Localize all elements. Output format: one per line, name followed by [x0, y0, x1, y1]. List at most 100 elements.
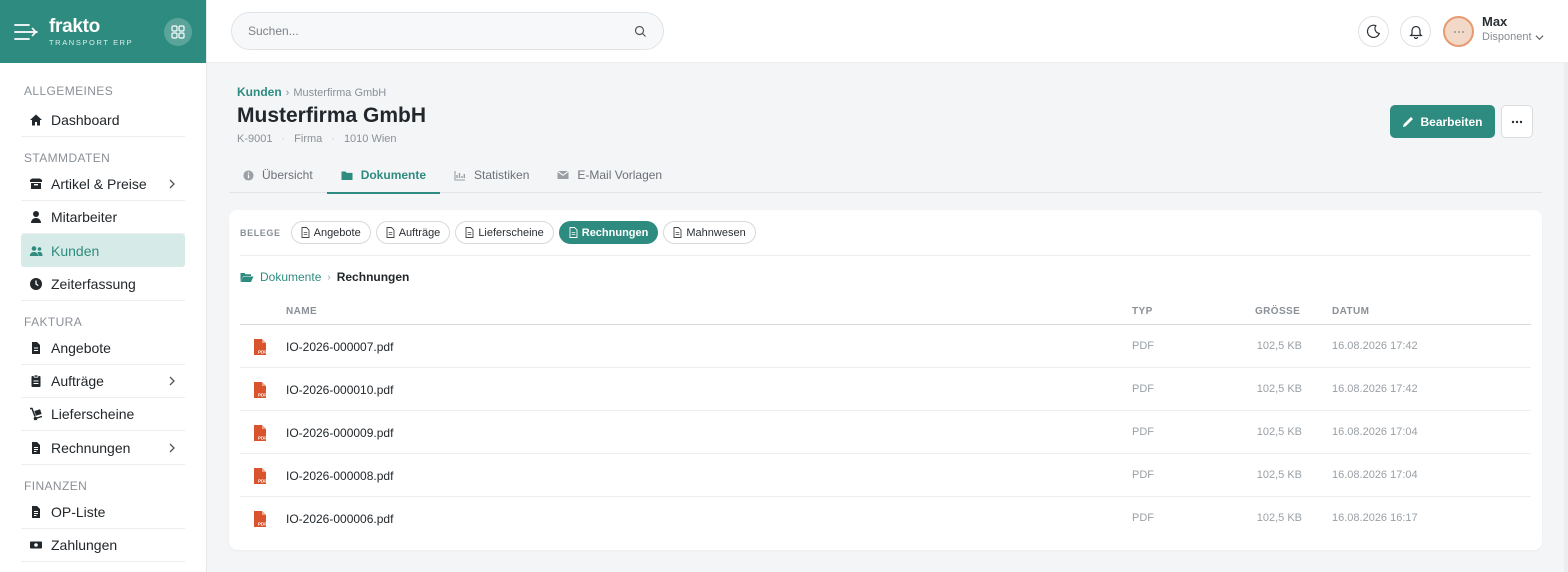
sidebar-item-label: Aufträge	[51, 373, 104, 389]
table-row[interactable]: PDF IO-2026-000006.pdf PDF 102,5 KB 16.0…	[240, 497, 1531, 540]
table-row[interactable]: PDF IO-2026-000007.pdf PDF 102,5 KB 16.0…	[240, 325, 1531, 368]
svg-text:PDF: PDF	[258, 393, 267, 398]
file-name[interactable]: IO-2026-000006.pdf	[286, 512, 393, 526]
envelope-icon	[557, 170, 570, 179]
sidebar-item-label: OP-Liste	[51, 504, 106, 520]
user-menu[interactable]: Max Disponent	[1482, 14, 1544, 44]
path-separator: ›	[327, 271, 331, 283]
chip-rechnungen[interactable]: Rechnungen	[558, 221, 659, 244]
files-table: NAME TYP GRÖSSE DATUM PDF IO-2026-000007…	[240, 303, 1531, 540]
sidebar-item-mitarbeiter[interactable]: Mitarbeiter	[21, 201, 185, 234]
folder-icon	[341, 171, 353, 180]
avatar[interactable]	[1443, 16, 1474, 47]
money-icon	[30, 541, 42, 549]
file-icon	[386, 227, 395, 238]
user-role: Disponent	[1482, 30, 1532, 43]
sidebar-item-auftraege[interactable]: Aufträge	[21, 365, 185, 398]
sidebar-item-artikel-preise[interactable]: Artikel & Preise	[21, 168, 185, 201]
pencil-icon	[1403, 116, 1414, 127]
chip-auftraege[interactable]: Aufträge	[375, 221, 451, 244]
file-name[interactable]: IO-2026-000007.pdf	[286, 340, 393, 354]
brand-tagline: TRANSPORT ERP	[49, 37, 134, 47]
bell-icon	[1408, 25, 1423, 39]
breadcrumb-kunden-link[interactable]: Kunden	[237, 85, 282, 99]
sidebar-item-zeiterfassung[interactable]: Zeiterfassung	[21, 267, 185, 300]
chevron-right-icon	[169, 376, 175, 386]
table-row[interactable]: PDF IO-2026-000009.pdf PDF 102,5 KB 16.0…	[240, 411, 1531, 454]
user-name: Max	[1482, 14, 1508, 29]
dolly-icon	[30, 407, 43, 421]
column-header-size[interactable]: GRÖSSE	[1255, 306, 1300, 317]
theme-toggle-button[interactable]	[1358, 16, 1389, 47]
chip-label: Lieferscheine	[478, 226, 544, 239]
user-role-row: Disponent	[1482, 31, 1544, 44]
sidebar-item-dashboard[interactable]: Dashboard	[21, 103, 185, 136]
chip-mahnwesen[interactable]: Mahnwesen	[663, 221, 756, 244]
tab-uebersicht[interactable]: Übersicht	[229, 157, 327, 193]
customer-location: 1010 Wien	[343, 133, 397, 145]
more-actions-button[interactable]	[1501, 105, 1533, 138]
file-icon	[301, 227, 310, 238]
file-type: PDF	[1132, 512, 1154, 524]
column-header-date[interactable]: DATUM	[1332, 306, 1369, 317]
sidebar-item-op-liste[interactable]: OP-Liste	[21, 496, 185, 529]
section-title-stammdaten: STAMMDATEN	[21, 136, 185, 168]
sidebar-item-label: Rechnungen	[51, 439, 131, 456]
sidebar-item-rechnungen[interactable]: Rechnungen	[21, 431, 185, 464]
belege-filter: BELEGE Angebote Aufträge Lieferscheine R…	[240, 221, 761, 244]
table-row[interactable]: PDF IO-2026-000010.pdf PDF 102,5 KB 16.0…	[240, 368, 1531, 411]
edit-button[interactable]: Bearbeiten	[1390, 105, 1495, 138]
sidebar-item-zahlungen[interactable]: Zahlungen	[21, 529, 185, 562]
file-date: 16.08.2026 17:04	[1332, 469, 1418, 481]
path-root-link[interactable]: Dokumente	[260, 270, 321, 284]
page-title: Musterfirma GmbH	[237, 104, 427, 127]
search-input[interactable]	[248, 24, 634, 38]
column-header-type[interactable]: TYP	[1132, 306, 1153, 317]
file-size: 102,5 KB	[1256, 469, 1302, 481]
tab-statistiken[interactable]: Statistiken	[440, 157, 543, 193]
sidebar-item-lieferscheine[interactable]: Lieferscheine	[21, 398, 185, 431]
tab-label: E-Mail Vorlagen	[577, 168, 663, 182]
tab-dokumente[interactable]: Dokumente	[326, 157, 441, 194]
file-name[interactable]: IO-2026-000009.pdf	[286, 426, 393, 440]
folder-open-icon	[240, 272, 254, 282]
section-title-finanzen: FINANZEN	[21, 464, 185, 496]
tab-email-vorlagen[interactable]: E-Mail Vorlagen	[543, 157, 676, 193]
breadcrumb-separator: ›	[285, 87, 290, 99]
menu-toggle-icon[interactable]	[14, 23, 38, 41]
file-date: 16.08.2026 17:42	[1332, 340, 1418, 352]
file-name[interactable]: IO-2026-000010.pdf	[286, 383, 393, 397]
pdf-file-icon: PDF	[254, 339, 267, 355]
file-icon	[673, 227, 682, 238]
column-header-name[interactable]: NAME	[286, 306, 317, 317]
pdf-file-icon: PDF	[254, 468, 267, 484]
clock-icon	[30, 277, 42, 290]
page-scrollbar[interactable]	[1564, 63, 1568, 572]
sidebar-item-label: Kunden	[51, 242, 100, 259]
tab-label: Statistiken	[474, 168, 530, 182]
chip-lieferscheine[interactable]: Lieferscheine	[455, 221, 554, 244]
file-size: 102,5 KB	[1256, 426, 1302, 438]
document-icon	[32, 342, 40, 354]
table-header: NAME TYP GRÖSSE DATUM	[240, 303, 1531, 325]
sidebar-item-kunden[interactable]: Kunden	[21, 234, 185, 267]
chip-label: Aufträge	[398, 226, 441, 239]
table-row[interactable]: PDF IO-2026-000008.pdf PDF 102,5 KB 16.0…	[240, 454, 1531, 497]
notifications-button[interactable]	[1400, 16, 1431, 47]
chip-label: Mahnwesen	[686, 226, 746, 239]
belege-label: BELEGE	[240, 227, 281, 238]
logo[interactable]: frakto TRANSPORT ERP	[49, 17, 133, 47]
file-icon	[569, 227, 578, 238]
grid-icon	[171, 25, 185, 39]
search-icon[interactable]	[634, 25, 647, 38]
breadcrumb-current: Musterfirma GmbH	[293, 87, 387, 99]
tab-label: Übersicht	[262, 168, 313, 182]
chip-angebote[interactable]: Angebote	[290, 221, 371, 244]
file-name[interactable]: IO-2026-000008.pdf	[286, 469, 393, 483]
customer-tabs: Übersicht Dokumente Statistiken E-Mail V…	[229, 157, 1542, 194]
apps-grid-button[interactable]	[164, 18, 192, 46]
customer-number: K-9001	[237, 133, 273, 145]
sidebar-item-angebote[interactable]: Angebote	[21, 332, 185, 365]
search-box[interactable]	[231, 12, 664, 50]
chevron-right-icon	[169, 443, 175, 452]
